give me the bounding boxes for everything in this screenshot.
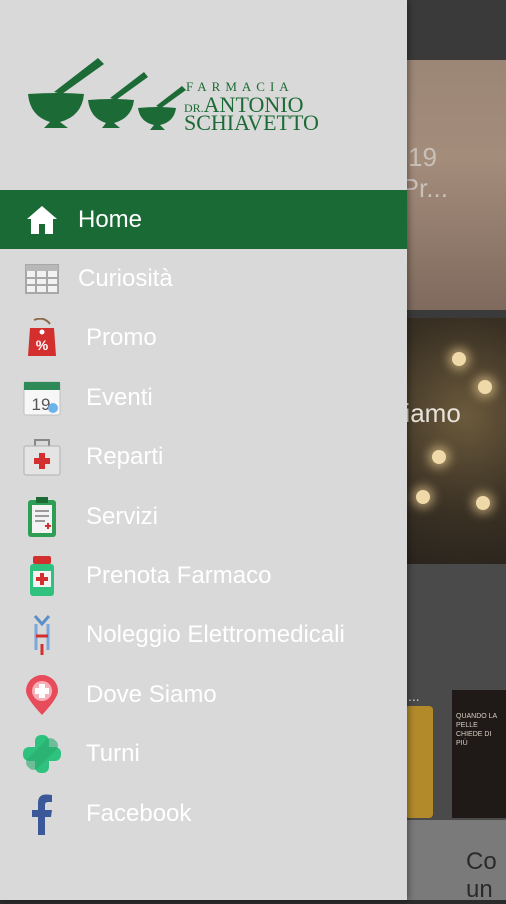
menu-item-reparti[interactable]: Reparti bbox=[0, 428, 407, 487]
ellipsis-text: ... bbox=[408, 688, 420, 704]
menu-item-label: Prenota Farmaco bbox=[86, 562, 272, 590]
menu-item-turni[interactable]: Turni bbox=[0, 725, 407, 784]
menu-item-label: Facebook bbox=[86, 799, 192, 827]
menu-item-label: Dove Siamo bbox=[86, 680, 217, 708]
menu-item-label: Turni bbox=[86, 740, 140, 768]
bulb-decoration bbox=[432, 450, 446, 464]
menu-item-facebook[interactable]: Facebook bbox=[0, 784, 407, 843]
clipboard-icon bbox=[22, 496, 62, 537]
navigation-drawer: FARMACIA DR.ANTONIO SCHIAVETTO Home Curi… bbox=[0, 0, 407, 900]
menu-item-promo[interactable]: % Promo bbox=[0, 309, 407, 368]
crutch-icon bbox=[22, 615, 62, 656]
bulb-decoration bbox=[416, 490, 430, 504]
menu-item-eventi[interactable]: 19 Eventi bbox=[0, 368, 407, 427]
first-aid-kit-icon bbox=[22, 437, 62, 477]
menu-item-prenota-farmaco[interactable]: Prenota Farmaco bbox=[0, 546, 407, 605]
bulb-decoration bbox=[476, 496, 490, 510]
menu-item-label: Promo bbox=[86, 324, 157, 352]
product-thumbnail-text: QUANDO LA PELLE CHIEDE DI PIÙ bbox=[456, 713, 497, 747]
menu-item-servizi[interactable]: Servizi bbox=[0, 487, 407, 546]
facebook-icon bbox=[22, 794, 62, 835]
menu-item-noleggio[interactable]: Noleggio Elettromedicali bbox=[0, 606, 407, 665]
menu-item-label: Curiosità bbox=[78, 265, 173, 293]
product-thumbnail[interactable] bbox=[405, 706, 433, 818]
logo-text-surname: SCHIAVETTO bbox=[184, 110, 319, 135]
menu-item-label: Reparti bbox=[86, 443, 164, 471]
menu-item-home[interactable]: Home bbox=[0, 190, 407, 250]
medicine-bottle-icon bbox=[22, 556, 62, 597]
content-card-title: Co un bbox=[466, 848, 497, 903]
calendar-icon: 19 bbox=[22, 378, 62, 418]
discount-tag-icon: % bbox=[22, 318, 62, 358]
home-icon bbox=[22, 200, 62, 240]
bulb-decoration bbox=[452, 352, 466, 366]
menu-item-label: Eventi bbox=[86, 383, 153, 411]
location-pin-icon bbox=[22, 674, 62, 715]
menu-item-label: Servizi bbox=[86, 502, 159, 530]
menu-item-label: Noleggio Elettromedicali bbox=[86, 621, 345, 649]
menu-item-label: Home bbox=[78, 205, 143, 233]
green-cross-icon bbox=[22, 734, 62, 774]
product-thumbnail[interactable] bbox=[452, 690, 506, 818]
svg-text:19: 19 bbox=[32, 395, 51, 414]
svg-text:%: % bbox=[36, 337, 49, 353]
bulb-decoration bbox=[478, 380, 492, 394]
calendar-grid-icon bbox=[22, 259, 62, 299]
menu-item-dove-siamo[interactable]: Dove Siamo bbox=[0, 665, 407, 724]
drawer-menu: Home Curiosità % Promo 19 Eventi Reparti bbox=[0, 190, 407, 843]
menu-item-curiosita[interactable]: Curiosità bbox=[0, 249, 407, 308]
